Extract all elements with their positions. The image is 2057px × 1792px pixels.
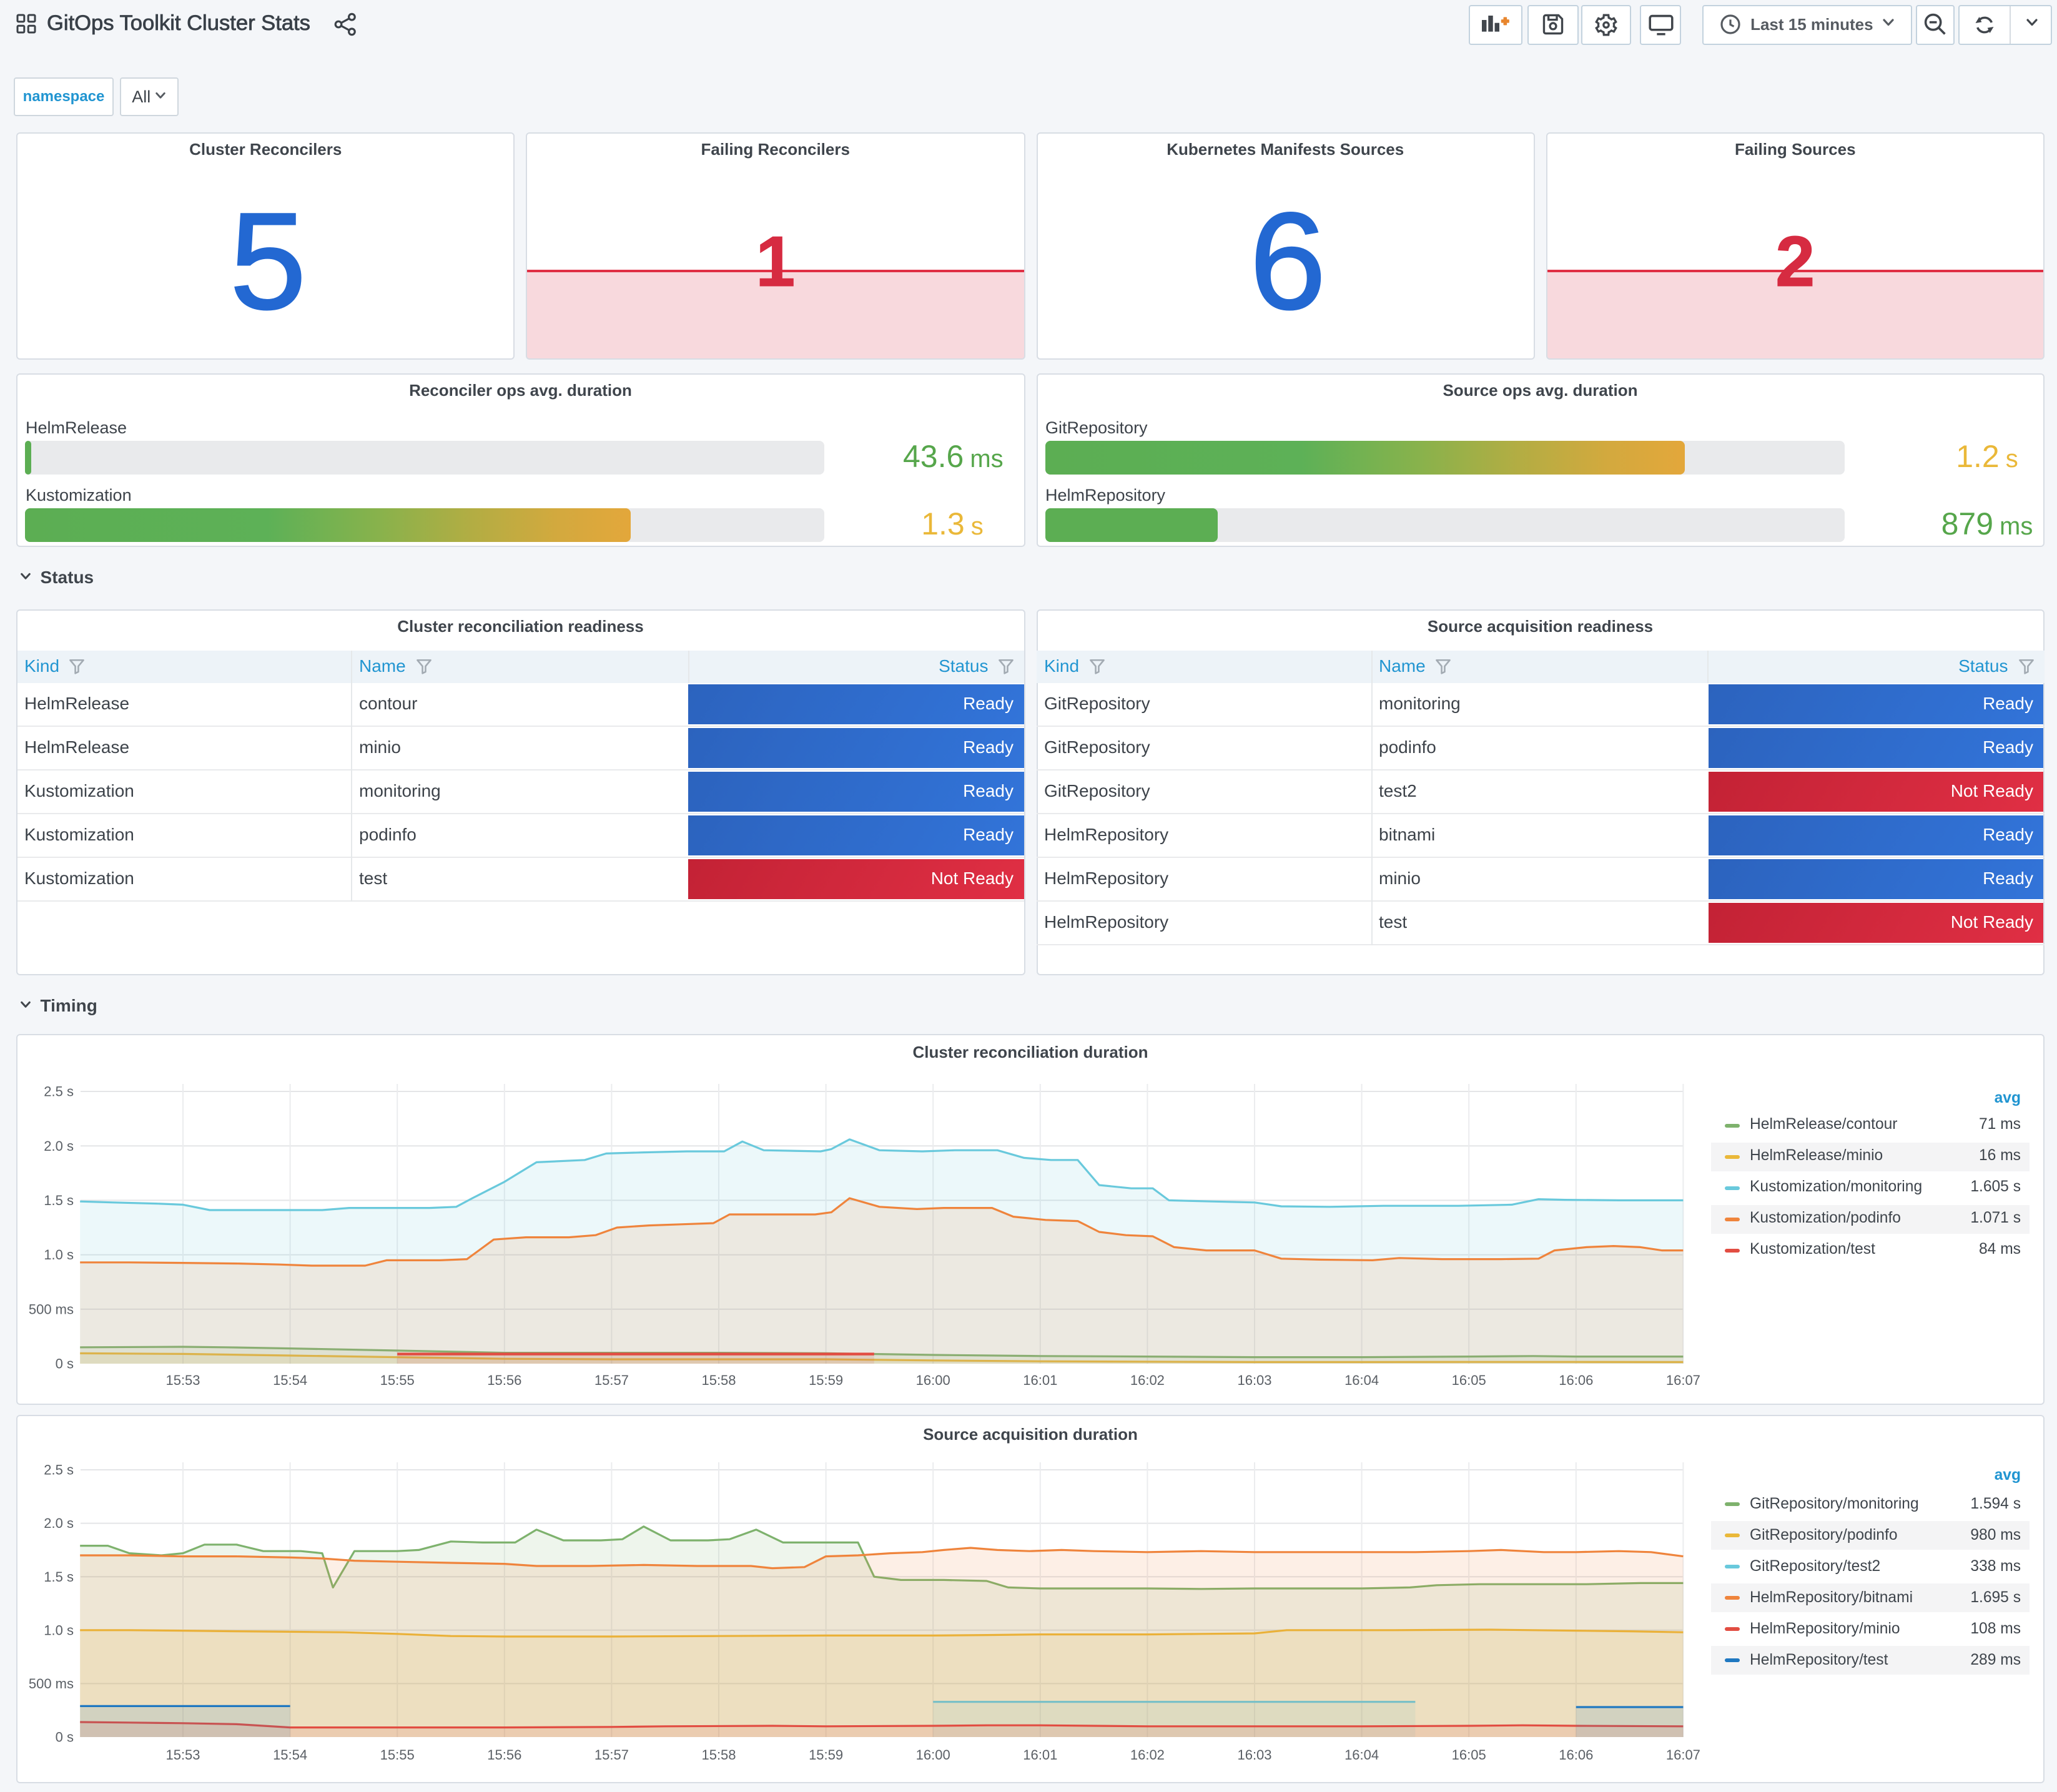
svg-text:16:01: 16:01	[1023, 1372, 1057, 1388]
svg-text:15:56: 15:56	[487, 1372, 521, 1388]
svg-text:16:05: 16:05	[1452, 1747, 1486, 1763]
svg-text:16:01: 16:01	[1023, 1747, 1057, 1763]
svg-text:0 s: 0 s	[56, 1356, 74, 1372]
svg-text:16:02: 16:02	[1130, 1372, 1165, 1388]
svg-text:16:02: 16:02	[1130, 1747, 1165, 1763]
svg-text:15:53: 15:53	[165, 1747, 200, 1763]
svg-text:1.5 s: 1.5 s	[44, 1569, 74, 1585]
svg-text:1.0 s: 1.0 s	[44, 1622, 74, 1638]
svg-text:2.5 s: 2.5 s	[44, 1084, 74, 1100]
svg-text:15:56: 15:56	[487, 1747, 521, 1763]
svg-text:15:54: 15:54	[273, 1747, 307, 1763]
svg-text:500 ms: 500 ms	[29, 1676, 74, 1691]
svg-text:16:03: 16:03	[1237, 1372, 1271, 1388]
svg-text:500 ms: 500 ms	[29, 1301, 74, 1317]
svg-text:2.0 s: 2.0 s	[44, 1138, 74, 1154]
svg-text:16:05: 16:05	[1452, 1372, 1486, 1388]
svg-text:16:06: 16:06	[1559, 1747, 1593, 1763]
svg-text:16:04: 16:04	[1344, 1372, 1379, 1388]
svg-text:2.5 s: 2.5 s	[44, 1462, 74, 1478]
svg-text:1.0 s: 1.0 s	[44, 1247, 74, 1263]
svg-text:15:57: 15:57	[594, 1372, 629, 1388]
svg-text:15:55: 15:55	[380, 1747, 415, 1763]
svg-text:15:58: 15:58	[701, 1747, 736, 1763]
svg-text:15:54: 15:54	[273, 1372, 307, 1388]
svg-text:16:00: 16:00	[916, 1372, 950, 1388]
svg-text:15:59: 15:59	[809, 1372, 843, 1388]
svg-text:16:00: 16:00	[916, 1747, 950, 1763]
svg-text:16:07: 16:07	[1666, 1747, 1700, 1763]
svg-text:2.0 s: 2.0 s	[44, 1515, 74, 1531]
svg-text:15:58: 15:58	[701, 1372, 736, 1388]
svg-text:15:59: 15:59	[809, 1747, 843, 1763]
svg-text:16:07: 16:07	[1666, 1372, 1700, 1388]
svg-text:0 s: 0 s	[56, 1730, 74, 1745]
svg-text:15:57: 15:57	[594, 1747, 629, 1763]
svg-text:15:53: 15:53	[165, 1372, 200, 1388]
svg-text:1.5 s: 1.5 s	[44, 1193, 74, 1208]
svg-text:16:04: 16:04	[1344, 1747, 1379, 1763]
svg-text:16:06: 16:06	[1559, 1372, 1593, 1388]
svg-text:16:03: 16:03	[1237, 1747, 1271, 1763]
svg-text:15:55: 15:55	[380, 1372, 415, 1388]
